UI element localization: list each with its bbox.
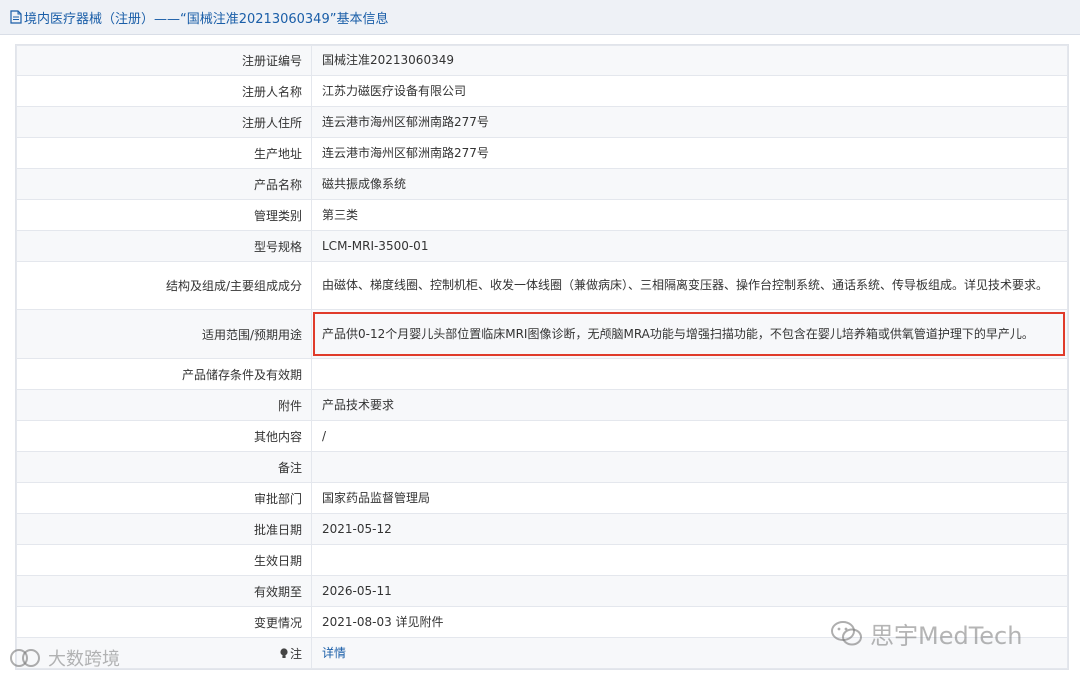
table-row: 审批部门 国家药品监督管理局 xyxy=(16,482,1068,514)
row-label: 有效期至 xyxy=(16,575,312,607)
row-value: 2021-08-03 详见附件 xyxy=(311,606,1068,638)
table-row: 附件 产品技术要求 xyxy=(16,389,1068,421)
row-label: 型号规格 xyxy=(16,230,312,262)
table-row: 型号规格 LCM-MRI-3500-01 xyxy=(16,230,1068,262)
row-label: 产品储存条件及有效期 xyxy=(16,358,312,390)
row-value: LCM-MRI-3500-01 xyxy=(311,230,1068,262)
row-label: 备注 xyxy=(16,451,312,483)
row-label: 注册证编号 xyxy=(16,45,312,76)
row-value: 产品技术要求 xyxy=(311,389,1068,421)
row-value xyxy=(311,358,1068,390)
row-value-highlighted: 产品供0-12个月婴儿头部位置临床MRI图像诊断，无颅脑MRA功能与增强扫描功能… xyxy=(311,309,1068,359)
table-row: 生产地址 连云港市海州区郁洲南路277号 xyxy=(16,137,1068,169)
row-label: 其他内容 xyxy=(16,420,312,452)
table-row: 注册证编号 国械注准20213060349 xyxy=(16,45,1068,76)
row-value xyxy=(311,544,1068,576)
table-row: 注 详情 xyxy=(16,637,1068,669)
row-label: 注册人名称 xyxy=(16,75,312,107)
row-label-note: 注 xyxy=(16,637,312,669)
row-label: 审批部门 xyxy=(16,482,312,514)
table-row: 结构及组成/主要组成成分 由磁体、梯度线圈、控制机柜、收发一体线圈（兼做病床）、… xyxy=(16,261,1068,310)
table-row: 批准日期 2021-05-12 xyxy=(16,513,1068,545)
row-label: 结构及组成/主要组成成分 xyxy=(16,261,312,310)
row-value: 连云港市海州区郁洲南路277号 xyxy=(311,106,1068,138)
row-value: 江苏力磁医疗设备有限公司 xyxy=(311,75,1068,107)
row-label: 管理类别 xyxy=(16,199,312,231)
row-label: 批准日期 xyxy=(16,513,312,545)
table-row: 备注 xyxy=(16,451,1068,483)
row-value xyxy=(311,451,1068,483)
row-label: 生效日期 xyxy=(16,544,312,576)
page-title: 境内医疗器械（注册）——“国械注准20213060349”基本信息 xyxy=(24,11,389,27)
table-row: 注册人住所 连云港市海州区郁洲南路277号 xyxy=(16,106,1068,138)
table-row: 有效期至 2026-05-11 xyxy=(16,575,1068,607)
row-label: 适用范围/预期用途 xyxy=(16,309,312,359)
row-label: 产品名称 xyxy=(16,168,312,200)
row-label: 附件 xyxy=(16,389,312,421)
info-table: 注册证编号 国械注准20213060349 注册人名称 江苏力磁医疗设备有限公司… xyxy=(15,44,1069,670)
document-icon xyxy=(10,10,22,24)
table-row: 产品储存条件及有效期 xyxy=(16,358,1068,390)
table-row-highlighted: 适用范围/预期用途 产品供0-12个月婴儿头部位置临床MRI图像诊断，无颅脑MR… xyxy=(16,309,1068,359)
row-label: 变更情况 xyxy=(16,606,312,638)
table-row: 管理类别 第三类 xyxy=(16,199,1068,231)
row-value: 连云港市海州区郁洲南路277号 xyxy=(311,137,1068,169)
row-value: / xyxy=(311,420,1068,452)
row-value: 国械注准20213060349 xyxy=(311,45,1068,76)
row-label: 生产地址 xyxy=(16,137,312,169)
details-link[interactable]: 详情 xyxy=(322,646,346,660)
row-value: 2021-05-12 xyxy=(311,513,1068,545)
row-value: 由磁体、梯度线圈、控制机柜、收发一体线圈（兼做病床）、三相隔离变压器、操作台控制… xyxy=(311,261,1068,310)
highlighted-text: 产品供0-12个月婴儿头部位置临床MRI图像诊断，无颅脑MRA功能与增强扫描功能… xyxy=(322,326,1034,341)
row-value: 国家药品监督管理局 xyxy=(311,482,1068,514)
row-label: 注册人住所 xyxy=(16,106,312,138)
row-value: 第三类 xyxy=(311,199,1068,231)
note-label: 注 xyxy=(289,646,302,661)
table-row: 生效日期 xyxy=(16,544,1068,576)
row-value: 磁共振成像系统 xyxy=(311,168,1068,200)
table-row: 产品名称 磁共振成像系统 xyxy=(16,168,1068,200)
page-header: 境内医疗器械（注册）——“国械注准20213060349”基本信息 xyxy=(0,0,1080,35)
table-row: 变更情况 2021-08-03 详见附件 xyxy=(16,606,1068,638)
row-value: 2026-05-11 xyxy=(311,575,1068,607)
table-row: 其他内容 / xyxy=(16,420,1068,452)
lightbulb-icon xyxy=(280,647,288,658)
table-row: 注册人名称 江苏力磁医疗设备有限公司 xyxy=(16,75,1068,107)
row-value: 详情 xyxy=(311,637,1068,669)
